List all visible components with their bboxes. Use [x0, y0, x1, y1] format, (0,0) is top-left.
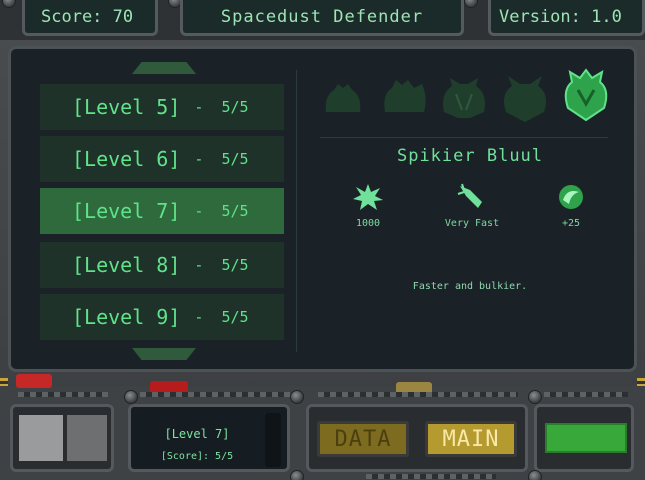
enemy-selected-spikier-bluul-icon[interactable] — [562, 68, 610, 122]
bolt-icon — [2, 0, 16, 8]
info-display: [Level 7] [Score]: 5/5 — [128, 404, 290, 472]
red-indicator-light — [16, 374, 52, 388]
stat-value: Very Fast — [444, 218, 500, 229]
level-label: [Level 7] — [72, 199, 181, 223]
level-label: [Level 9] — [72, 305, 181, 329]
speed-rocket-icon — [457, 183, 482, 208]
data-button[interactable]: DATA — [317, 421, 409, 457]
stat-value: +25 — [561, 218, 581, 229]
right-status-module — [534, 404, 634, 472]
swirl-reward-icon — [559, 185, 583, 209]
bolt-icon — [464, 0, 478, 8]
level-label: [Level 5] — [72, 95, 181, 119]
version-display: Version: 1.0 — [488, 0, 645, 36]
enemy-name: Spikier Bluul — [396, 146, 544, 166]
main-button[interactable]: MAIN — [425, 421, 517, 457]
enemy-silhouette-1-icon[interactable] — [322, 82, 364, 118]
enemy-silhouette-2-icon[interactable] — [382, 78, 428, 120]
level-button-9[interactable]: [Level 9] - 5/5 — [40, 294, 284, 340]
toggle-switch-right[interactable] — [67, 415, 107, 461]
scroll-up-arrow[interactable] — [132, 62, 196, 74]
bolt-icon — [528, 470, 542, 480]
top-bar: Score: 70 Spacedust Defender Version: 1.… — [0, 0, 645, 40]
stat-speed: Very Fast — [432, 182, 512, 229]
level-button-6[interactable]: [Level 6] - 5/5 — [40, 136, 284, 182]
bolt-icon — [290, 390, 304, 404]
stat-health: 1000 — [328, 182, 408, 229]
level-label: [Level 6] — [72, 147, 181, 171]
info-level: [Level 7] — [164, 427, 230, 441]
level-label: [Level 8] — [72, 253, 181, 277]
menu-buttons-module: DATA MAIN — [306, 404, 528, 472]
left-switch-module — [10, 404, 114, 472]
explosion-icon — [353, 184, 383, 210]
level-button-5[interactable]: [Level 5] - 5/5 — [40, 84, 284, 130]
score-display: Score: 70 — [22, 0, 158, 36]
bolt-icon — [528, 390, 542, 404]
vent-grille — [140, 392, 290, 397]
enemy-silhouette-3-icon[interactable] — [440, 76, 488, 122]
enemy-divider — [320, 137, 608, 138]
toggle-switch-left[interactable] — [19, 415, 63, 461]
info-score: [Score]: 5/5 — [160, 451, 234, 462]
card-slot — [265, 413, 281, 467]
vent-grille — [544, 392, 628, 397]
stat-reward: +25 — [531, 182, 611, 229]
level-progress: - 5/5 — [194, 202, 249, 220]
vent-grille — [318, 392, 518, 397]
vent-grille — [366, 474, 496, 479]
level-progress: - 5/5 — [194, 308, 249, 326]
stat-value: 1000 — [355, 218, 381, 229]
level-progress: - 5/5 — [194, 150, 249, 168]
level-progress: - 5/5 — [194, 256, 249, 274]
scroll-down-arrow[interactable] — [132, 348, 196, 360]
bolt-icon — [124, 390, 138, 404]
level-button-8[interactable]: [Level 8] - 5/5 — [40, 242, 284, 288]
bolt-icon — [290, 470, 304, 480]
vent-grille — [18, 392, 108, 397]
level-progress: - 5/5 — [194, 98, 249, 116]
enemy-silhouette-4-icon[interactable] — [500, 74, 550, 124]
level-button-7[interactable]: [Level 7] - 5/5 — [40, 188, 284, 234]
green-status-button[interactable] — [545, 423, 627, 453]
panel-divider — [296, 70, 297, 352]
game-title: Spacedust Defender — [180, 0, 464, 36]
enemy-description: Faster and bulkier. — [412, 281, 528, 292]
